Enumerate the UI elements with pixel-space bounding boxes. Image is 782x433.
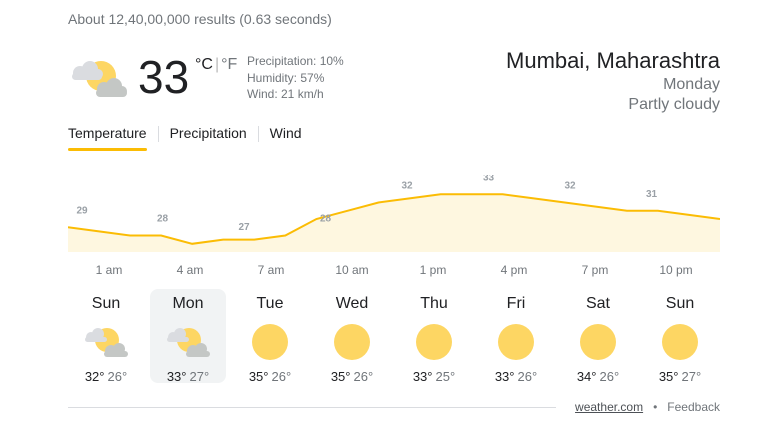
low-temp: 27°: [189, 369, 210, 384]
tab-wind[interactable]: Wind: [270, 125, 302, 151]
day-temps: 34° 26°: [560, 369, 636, 384]
high-temp: 33°: [494, 369, 515, 384]
tab-precipitation[interactable]: Precipitation: [170, 125, 247, 151]
high-temp: 34°: [576, 369, 597, 384]
day-name: Sat: [585, 295, 610, 312]
day-temps: 33° 25°: [396, 369, 472, 384]
day-temps: 35° 27°: [642, 369, 718, 384]
hour-label: 4 pm: [500, 263, 528, 277]
low-temp: 26°: [517, 369, 538, 384]
temperature-value-label: 28: [320, 214, 332, 225]
sun-icon: [252, 324, 288, 360]
high-temp: 33°: [166, 369, 187, 384]
partly-cloudy-icon: [85, 328, 128, 357]
tab-divider: [257, 126, 259, 142]
sun-icon: [334, 324, 370, 360]
day-name: Sun: [91, 295, 121, 312]
forecast-day-wed[interactable]: Wed 35° 26°: [314, 289, 390, 384]
location-city: Mumbai, Maharashtra: [506, 48, 720, 73]
day-name: Thu: [420, 295, 448, 312]
temperature-value-label: 32: [564, 181, 576, 192]
forecast-day-sun[interactable]: Sun 32° 26°: [68, 289, 144, 384]
partly-cloudy-icon: [72, 61, 127, 97]
low-temp: 26°: [599, 369, 620, 384]
low-temp: 27°: [681, 369, 702, 384]
day-temps: 32° 26°: [68, 369, 144, 384]
day-name: Wed: [335, 295, 369, 312]
fahrenheit-unit[interactable]: °F: [221, 56, 237, 73]
hour-label: 1 pm: [419, 263, 447, 277]
forecast-day-fri[interactable]: Fri 33° 26°: [478, 289, 554, 384]
weather-details: Precipitation: 10% Humidity: 57% Wind: 2…: [247, 53, 344, 103]
day-name: Mon: [172, 295, 204, 312]
temperature-value-label: 32: [401, 181, 413, 192]
day-name: Fri: [506, 295, 526, 312]
hour-label: 7 pm: [581, 263, 609, 277]
forecast-day-sun-next[interactable]: Sun 35° 27°: [642, 289, 718, 384]
day-name: Sun: [665, 295, 695, 312]
sun-icon: [662, 324, 698, 360]
low-temp: 26°: [107, 369, 128, 384]
hour-label: 4 am: [176, 263, 204, 277]
current-temperature: 33: [138, 51, 190, 103]
hour-label: 7 am: [257, 263, 285, 277]
low-temp: 26°: [271, 369, 292, 384]
day-temps: 33° 27°: [150, 369, 226, 384]
sun-icon: [580, 324, 616, 360]
high-temp: 35°: [658, 369, 679, 384]
results-count: About 12,40,00,000 results (0.63 seconds…: [68, 11, 332, 27]
tab-temperature[interactable]: Temperature: [68, 125, 147, 151]
unit-separator: |: [214, 56, 220, 73]
forecast-day-mon[interactable]: Mon 33° 27°: [150, 289, 226, 384]
unit-toggle: °C | °F: [195, 56, 237, 74]
high-temp: 35°: [330, 369, 351, 384]
hour-label: 1 am: [95, 263, 123, 277]
sun-icon: [498, 324, 534, 360]
sun-icon: [416, 324, 452, 360]
temperature-value-label: 27: [238, 222, 250, 233]
location-block: Mumbai, Maharashtra Monday Partly cloudy: [506, 47, 720, 115]
partly-cloudy-icon: [167, 328, 210, 357]
feedback-link[interactable]: Feedback: [667, 400, 720, 414]
humidity-text: Humidity: 57%: [247, 70, 325, 85]
day-name: Tue: [256, 295, 284, 312]
weather-source-link[interactable]: weather.com: [575, 400, 643, 414]
chart-tabs: Temperature Precipitation Wind: [68, 125, 302, 151]
forecast-day-tue[interactable]: Tue 35° 26°: [232, 289, 308, 384]
day-temps: 35° 26°: [232, 369, 308, 384]
precipitation-text: Precipitation: 10%: [247, 54, 344, 68]
high-temp: 33°: [412, 369, 433, 384]
temperature-chart: 29 28 27 28 32 33 32 31: [68, 175, 720, 252]
tab-divider: [157, 126, 159, 142]
high-temp: 32°: [84, 369, 105, 384]
footer-separator: •: [653, 400, 658, 414]
footer: weather.com • Feedback: [575, 400, 720, 414]
low-temp: 26°: [353, 369, 374, 384]
temperature-value-label: 33: [483, 175, 495, 183]
high-temp: 35°: [248, 369, 269, 384]
location-condition: Partly cloudy: [628, 96, 720, 113]
celsius-unit[interactable]: °C: [195, 56, 213, 73]
wind-text: Wind: 21 km/h: [247, 87, 324, 101]
temperature-value-label: 29: [76, 205, 88, 216]
footer-divider: [68, 407, 556, 408]
temperature-value-label: 31: [646, 189, 658, 200]
day-temps: 33° 26°: [478, 369, 554, 384]
hour-label: 10 pm: [659, 263, 693, 277]
forecast-day-sat[interactable]: Sat 34° 26°: [560, 289, 636, 384]
day-temps: 35° 26°: [314, 369, 390, 384]
location-day: Monday: [663, 76, 720, 93]
temperature-value-label: 28: [157, 214, 169, 225]
low-temp: 25°: [435, 369, 456, 384]
forecast-day-thu[interactable]: Thu 33° 25°: [396, 289, 472, 384]
hour-label: 10 am: [335, 263, 369, 277]
